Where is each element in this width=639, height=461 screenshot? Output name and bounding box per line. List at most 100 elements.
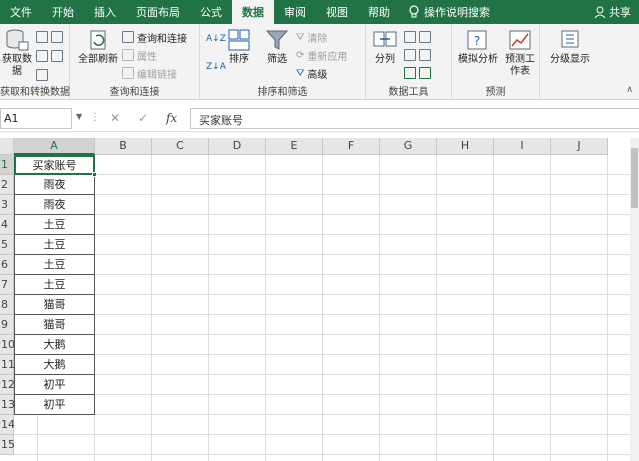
what-if-label: 模拟分析 (458, 54, 498, 65)
from-table-button[interactable] (36, 49, 63, 63)
text-to-columns-button[interactable]: 分列 (370, 28, 400, 66)
table-icon (36, 50, 48, 62)
tell-me-label: 操作说明搜索 (424, 6, 490, 19)
cancel-icon[interactable]: ✕ (110, 111, 120, 125)
row-header[interactable]: 8 (0, 295, 14, 315)
database-icon (6, 29, 29, 51)
clear-label: 清除 (307, 33, 328, 45)
tab-page-layout[interactable]: 页面布局 (126, 0, 190, 24)
cell-a[interactable]: 土豆 (14, 255, 95, 275)
tab-insert[interactable]: 插入 (84, 0, 126, 24)
row-header[interactable]: 9 (0, 315, 14, 335)
sort-za-icon: Z↓A (206, 62, 226, 72)
tell-me-search[interactable]: 操作说明搜索 (400, 0, 490, 24)
person-icon (594, 6, 606, 18)
flash-fill-button[interactable] (404, 30, 431, 44)
cell-a1-header[interactable]: 买家账号 (14, 155, 95, 175)
vertical-scrollbar[interactable] (630, 138, 639, 461)
group-forecast: ? 模拟分析 预测工作表 预测 (452, 24, 540, 100)
enter-checkmark-icon[interactable]: ✓ (138, 111, 148, 125)
edit-links-button[interactable]: 编辑链接 (122, 66, 177, 81)
refresh-icon (90, 30, 106, 50)
worksheet-grid: ABCDEFGHIJ 1 2 3 4 5 6 7 8 9 10 11 12 13 14 15 买家账号 雨夜雨… (0, 138, 639, 461)
cell-a[interactable]: 初平 (14, 375, 95, 395)
column-header-a[interactable]: A (14, 138, 95, 155)
sort-button[interactable]: 排序 (226, 28, 252, 66)
reapply-button[interactable]: ⟳ 重新应用 (296, 48, 347, 63)
name-box[interactable]: A1 (0, 108, 72, 129)
collapse-ribbon-icon[interactable]: ∧ (626, 85, 633, 95)
data-model-icon (419, 67, 431, 79)
from-text-button[interactable] (36, 30, 63, 44)
column-header-c[interactable]: C (152, 138, 209, 155)
row-header[interactable]: 6 (0, 255, 14, 275)
data-validation-icon (404, 67, 416, 79)
column-header-i[interactable]: I (494, 138, 551, 155)
tab-formulas[interactable]: 公式 (190, 0, 232, 24)
sort-ascending-button[interactable]: A↓Z (206, 32, 226, 46)
row-header[interactable]: 15 (0, 435, 15, 455)
cell-a[interactable]: 土豆 (14, 215, 95, 235)
group-label: 排序和筛选 (257, 87, 308, 98)
group-label: 数据工具 (388, 87, 429, 98)
column-header-g[interactable]: G (380, 138, 437, 155)
column-header-d[interactable]: D (209, 138, 266, 155)
cell-a[interactable]: 雨夜 (14, 175, 95, 195)
column-header-e[interactable]: E (266, 138, 323, 155)
row-header[interactable]: 14 (0, 415, 15, 435)
queries-connections-button[interactable]: 查询和连接 (122, 30, 187, 45)
row-header[interactable]: 7 (0, 275, 14, 295)
fill-handle[interactable] (92, 172, 97, 177)
column-header-f[interactable]: F (323, 138, 380, 155)
existing-connections-button[interactable] (36, 68, 48, 82)
tab-help[interactable]: 帮助 (358, 0, 400, 24)
cells-area[interactable] (14, 155, 639, 461)
tab-file[interactable]: 文件 (0, 0, 42, 24)
data-validation-button[interactable] (404, 66, 431, 80)
properties-button[interactable]: 属性 (122, 48, 157, 63)
outline-button[interactable]: 分级显示 (546, 28, 594, 66)
row-header[interactable]: 2 (0, 175, 14, 195)
column-header-h[interactable]: H (437, 138, 494, 155)
cell-a[interactable]: 土豆 (14, 275, 95, 295)
remove-duplicates-button[interactable] (404, 48, 431, 62)
column-header-j[interactable]: J (551, 138, 608, 155)
insert-function-icon[interactable]: fx (166, 111, 177, 125)
sort-label: 排序 (229, 54, 249, 65)
select-all-corner[interactable] (0, 138, 14, 155)
tab-view[interactable]: 视图 (316, 0, 358, 24)
column-header-b[interactable]: B (95, 138, 152, 155)
what-if-button[interactable]: ? 模拟分析 (458, 28, 498, 66)
filter-button[interactable]: 筛选 (264, 28, 290, 66)
advanced-button[interactable]: ⛛ 高级 (296, 66, 327, 81)
forecast-sheet-button[interactable]: 预测工作表 (502, 28, 538, 78)
clear-button[interactable]: ⛛ 清除 (296, 30, 328, 45)
row-header[interactable]: 1 (0, 155, 14, 175)
scrollbar-thumb[interactable] (631, 148, 638, 208)
cell-a[interactable]: 雨夜 (14, 195, 95, 215)
row-header[interactable]: 13 (0, 395, 15, 415)
row-header[interactable]: 3 (0, 195, 14, 215)
name-box-dropdown-icon[interactable]: ▼ (76, 112, 82, 121)
formula-input[interactable]: 买家账号 (190, 108, 639, 129)
cell-a[interactable]: 土豆 (14, 235, 95, 255)
row-header[interactable]: 5 (0, 235, 14, 255)
row-header[interactable]: 10 (0, 335, 15, 355)
sort-descending-button[interactable]: Z↓A (206, 60, 226, 74)
cell-a[interactable]: 大鹅 (14, 355, 95, 375)
tab-home[interactable]: 开始 (42, 0, 84, 24)
row-header[interactable]: 12 (0, 375, 15, 395)
cell-a[interactable]: 大鹅 (14, 335, 95, 355)
cell-a[interactable]: 猫哥 (14, 315, 95, 335)
row-header[interactable]: 4 (0, 215, 14, 235)
ribbon-tab-bar: 文件 开始 插入 页面布局 公式 数据 审阅 视图 帮助 操作说明搜索 共享 (0, 0, 639, 24)
row-header[interactable]: 11 (0, 355, 15, 375)
get-data-button[interactable]: 获取数据 (2, 28, 32, 78)
cell-a[interactable]: 猫哥 (14, 295, 95, 315)
sort-az-icon: A↓Z (206, 34, 226, 44)
tab-review[interactable]: 审阅 (274, 0, 316, 24)
tab-data[interactable]: 数据 (232, 0, 274, 24)
share-button[interactable]: 共享 (594, 0, 631, 24)
refresh-all-button[interactable]: 全部刷新 (78, 28, 118, 66)
cell-a[interactable]: 初平 (14, 395, 95, 415)
